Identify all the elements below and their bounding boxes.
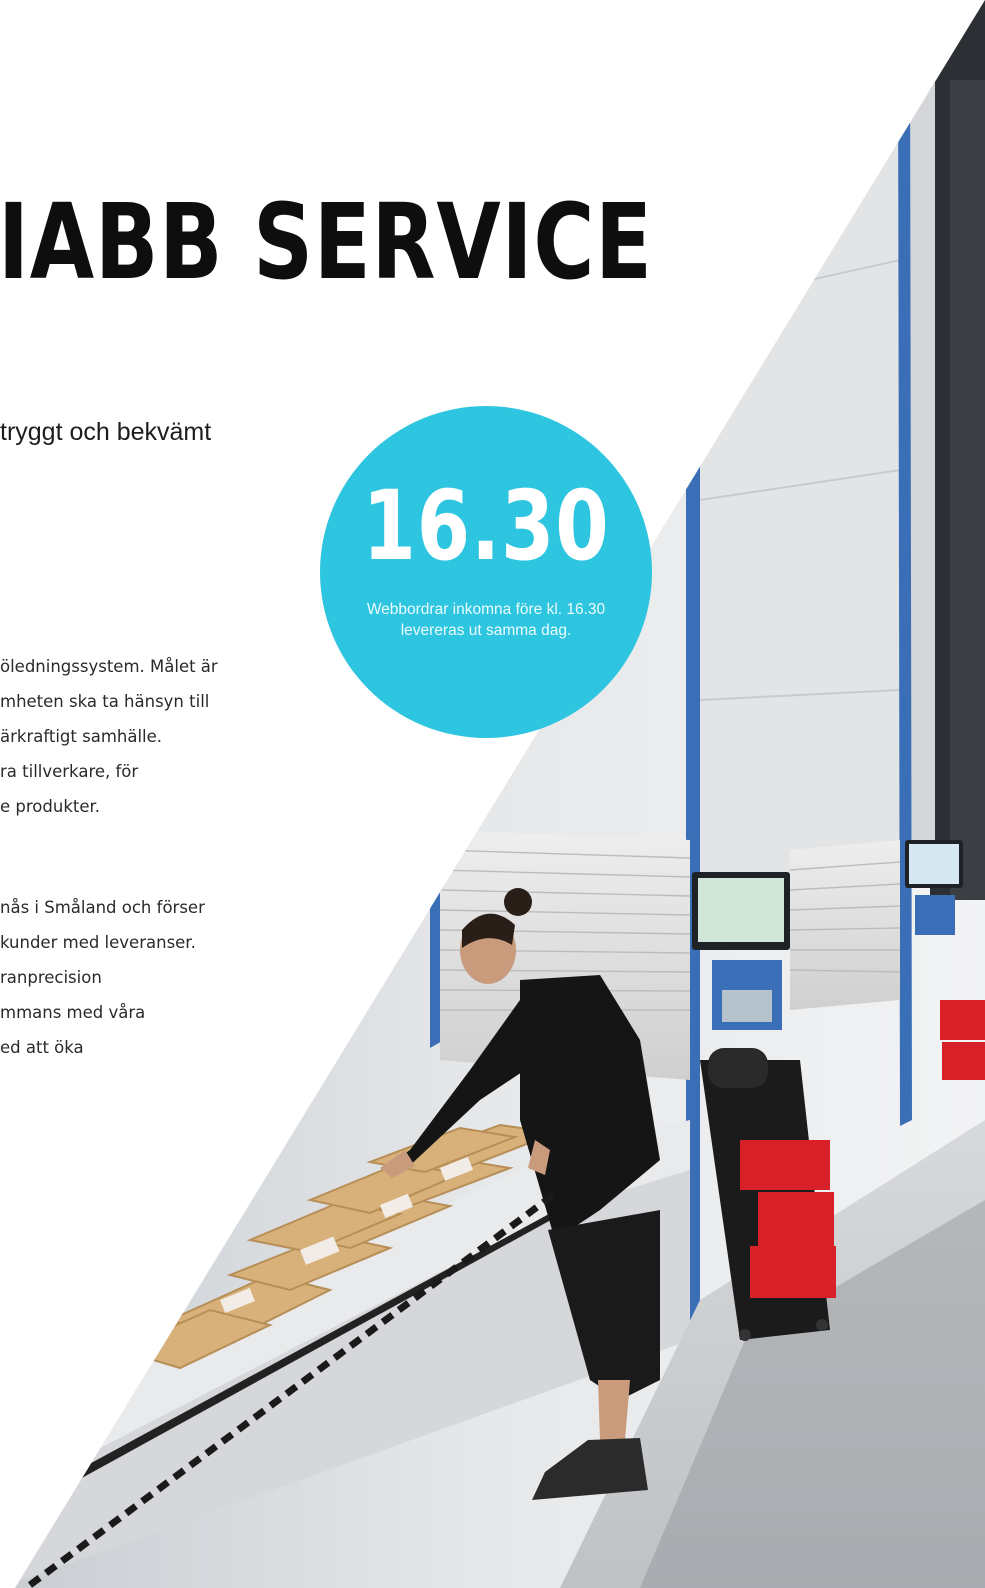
body-line: ranprecision bbox=[0, 968, 102, 987]
body-line: nås i Småland och förser bbox=[0, 898, 205, 917]
body-line: ra tillverkare, för bbox=[0, 762, 139, 781]
lead-text: tryggt och bekvämt bbox=[0, 418, 212, 446]
body-line: öledningssystem. Målet är bbox=[0, 657, 218, 676]
page-headline: IABB SERVICE bbox=[0, 181, 653, 303]
body-line: mmans med våra bbox=[0, 1003, 146, 1022]
body-line: kunder med leveranser. bbox=[0, 933, 196, 952]
body-line: ed att öka bbox=[0, 1038, 84, 1057]
brochure-page: IABB SERVICE tryggt och bekvämt öledning… bbox=[0, 0, 985, 1588]
badge-number: 16.30 bbox=[362, 470, 610, 582]
badge-text: Webbordrar inkomna före kl. 16.30 levere… bbox=[366, 601, 606, 639]
body-line: e produkter. bbox=[0, 797, 101, 816]
delivery-badge: 16.30 Webbordrar inkomna före kl. 16.30 … bbox=[320, 406, 652, 738]
body-line: mheten ska ta hänsyn till bbox=[0, 692, 210, 711]
body-line: ärkraftigt samhälle. bbox=[0, 727, 163, 746]
